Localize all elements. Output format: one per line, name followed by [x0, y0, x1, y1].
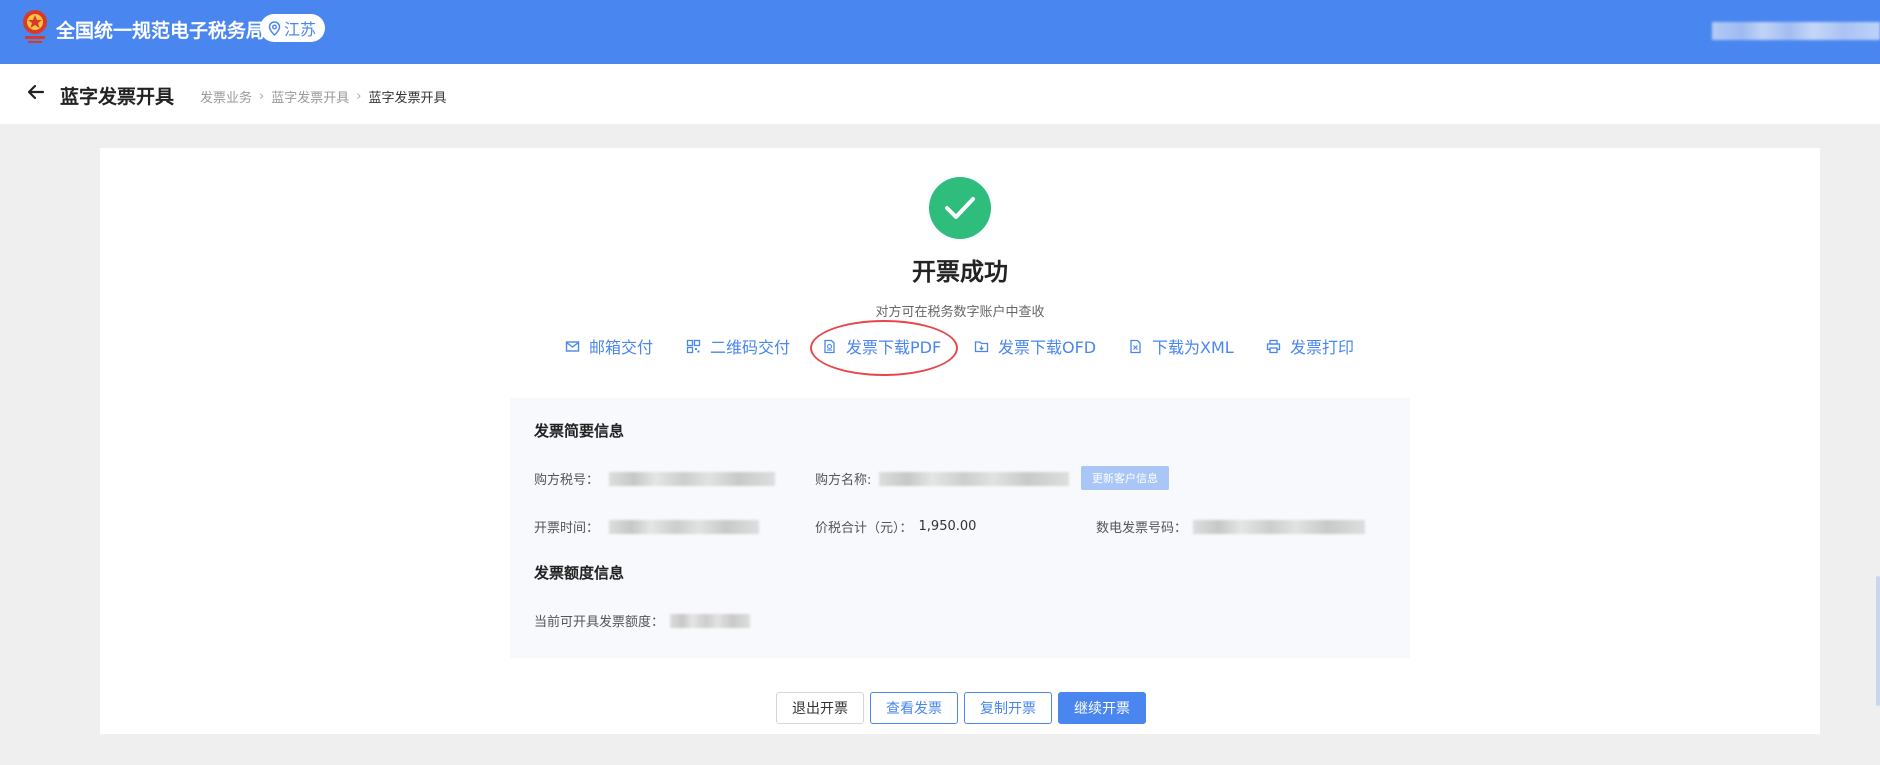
printer-icon — [1266, 339, 1281, 353]
issue-time-field: 开票时间： — [534, 517, 760, 536]
region-label: 江苏 — [284, 20, 317, 39]
breadcrumb-item[interactable]: 发票业务 — [200, 87, 252, 106]
field-label: 开票时间： — [534, 521, 600, 536]
breadcrumb-bar: 蓝字发票开具 发票业务 › 蓝字发票开具 › 蓝字发票开具 — [0, 64, 1880, 124]
back-arrow-icon[interactable] — [26, 82, 46, 102]
success-check-icon — [929, 177, 991, 239]
field-label: 价税合计（元）： — [815, 521, 913, 536]
page-title: 蓝字发票开具 — [60, 86, 175, 108]
breadcrumb: 发票业务 › 蓝字发票开具 › 蓝字发票开具 — [200, 87, 446, 106]
buyer-name-field: 购方名称: — [815, 469, 1070, 488]
redacted-value — [879, 471, 1070, 486]
field-label: 购方税号： — [534, 473, 600, 488]
action-label: 发票打印 — [1290, 338, 1355, 357]
top-header: 全国统一规范电子税务局 江苏 — [0, 0, 1880, 64]
quota-section-title: 发票额度信息 — [534, 564, 625, 582]
location-pin-icon — [268, 20, 281, 36]
field-label: 购方名称: — [815, 473, 872, 488]
folder-download-icon — [974, 340, 989, 352]
redacted-value — [1193, 519, 1366, 534]
system-title: 全国统一规范电子税务局 — [56, 20, 266, 42]
user-info-redacted[interactable] — [1712, 22, 1880, 40]
result-subtitle: 对方可在税务数字账户中查收 — [875, 305, 1045, 320]
view-invoice-button[interactable]: 查看发票 — [870, 692, 958, 724]
copy-invoice-button[interactable]: 复制开票 — [964, 692, 1052, 724]
total-amount-value: 1,950.00 — [918, 519, 977, 534]
result-card: 开票成功 对方可在税务数字账户中查收 邮箱交付 二维码交付 发票下载PDF 发票… — [100, 148, 1820, 734]
mail-icon — [565, 340, 580, 352]
action-label: 下载为XML — [1152, 338, 1234, 357]
exit-invoicing-button[interactable]: 退出开票 — [776, 692, 864, 724]
result-title: 开票成功 — [912, 258, 1008, 286]
continue-invoicing-button[interactable]: 继续开票 — [1058, 692, 1146, 724]
update-customer-button[interactable]: 更新客户信息 — [1081, 466, 1169, 490]
redacted-value — [670, 613, 751, 628]
buyer-tax-id-field: 购方税号： — [534, 469, 776, 488]
download-ofd-link[interactable]: 发票下载OFD — [974, 334, 1096, 358]
download-pdf-link[interactable]: 发票下载PDF — [822, 334, 941, 358]
pdf-icon — [824, 339, 835, 353]
redacted-value — [609, 471, 776, 486]
redacted-value — [609, 519, 760, 534]
download-xml-link[interactable]: 下载为XML — [1128, 334, 1234, 358]
tax-emblem-icon — [23, 10, 47, 43]
total-amount-field: 价税合计（元）： 1,950.00 — [815, 517, 976, 536]
field-label: 当前可开具发票额度： — [534, 615, 665, 630]
xml-file-icon — [1130, 339, 1141, 353]
action-label: 发票下载PDF — [846, 338, 942, 357]
footer-buttons: 退出开票 查看发票 复制开票 继续开票 — [100, 692, 1820, 724]
region-selector[interactable]: 江苏 — [260, 14, 326, 42]
invoice-number-field: 数电发票号码： — [1096, 517, 1366, 536]
available-quota-field: 当前可开具发票额度： — [534, 611, 751, 630]
action-label: 二维码交付 — [710, 338, 791, 357]
action-label: 发票下载OFD — [998, 338, 1097, 357]
delivery-actions: 邮箱交付 二维码交付 发票下载PDF 发票下载OFD 下载为XML 发票打印 — [100, 334, 1820, 358]
qrcode-delivery-link[interactable]: 二维码交付 — [686, 334, 790, 358]
breadcrumb-current: 蓝字发票开具 — [368, 91, 447, 106]
scrollbar[interactable] — [1876, 576, 1880, 706]
chevron-right-icon: › — [356, 89, 362, 104]
summary-section-title: 发票简要信息 — [534, 422, 625, 440]
chevron-right-icon: › — [259, 89, 265, 104]
invoice-info-panel: 发票简要信息 购方税号： 购方名称: 更新客户信息 开票时间： 价税合计（元）：… — [510, 398, 1410, 658]
print-invoice-link[interactable]: 发票打印 — [1266, 334, 1354, 358]
breadcrumb-item[interactable]: 蓝字发票开具 — [271, 87, 349, 106]
email-delivery-link[interactable]: 邮箱交付 — [565, 334, 653, 358]
qrcode-icon — [686, 339, 701, 353]
action-label: 邮箱交付 — [589, 338, 654, 357]
field-label: 数电发票号码： — [1096, 521, 1188, 536]
